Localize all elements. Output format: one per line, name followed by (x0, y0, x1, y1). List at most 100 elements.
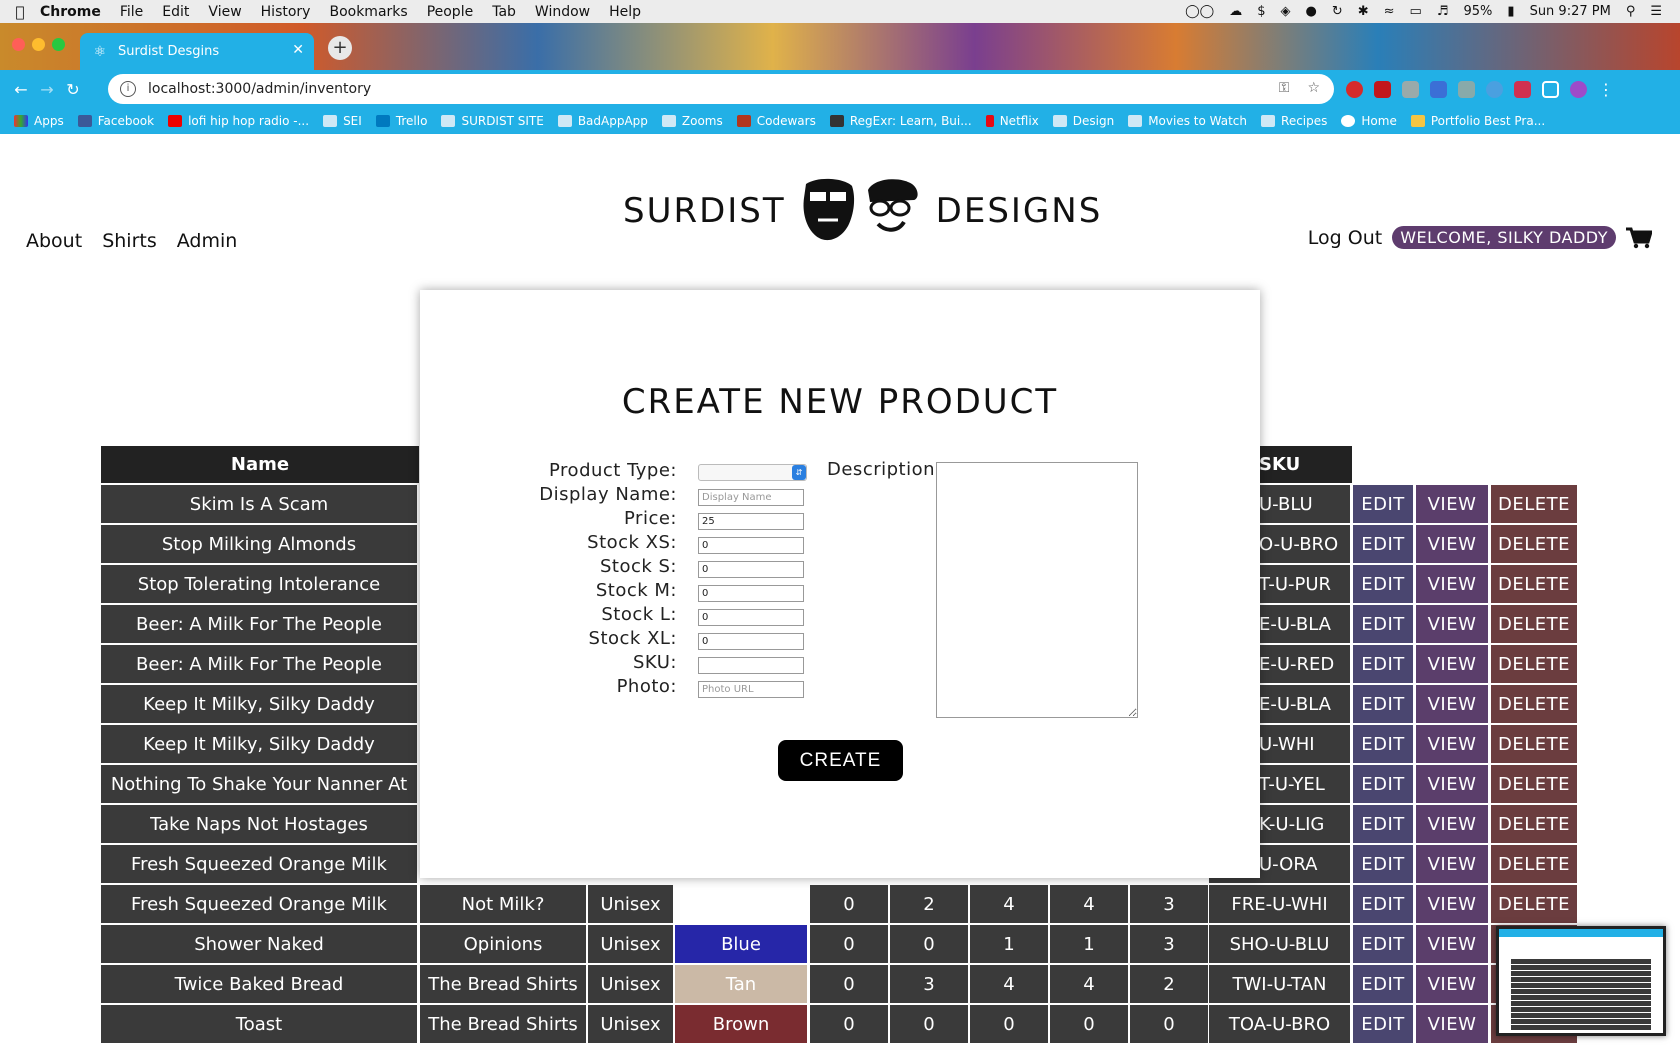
battery-icon[interactable]: ▮ (1507, 4, 1514, 19)
view-button[interactable]: VIEW (1416, 685, 1490, 723)
bookmark-regexr[interactable]: RegExr: Learn, Bui... (829, 114, 972, 128)
cart-icon[interactable] (1626, 227, 1652, 249)
adblock-icon[interactable] (1374, 80, 1391, 98)
product-type-select[interactable]: ⇵ (698, 464, 807, 481)
forward-icon[interactable]: → (34, 80, 60, 99)
create-button[interactable]: CREATE (778, 740, 903, 781)
address-bar[interactable]: i localhost:3000/admin/inventory ⚿ ☆ (108, 74, 1334, 104)
extension-icon[interactable] (1458, 80, 1475, 98)
delete-button[interactable]: DELETE (1491, 885, 1579, 923)
view-button[interactable]: VIEW (1416, 965, 1490, 1003)
close-window-button[interactable] (12, 38, 25, 51)
volume-icon[interactable]: ♬ (1437, 4, 1449, 19)
view-button[interactable]: VIEW (1416, 645, 1490, 683)
screenshot-thumbnail[interactable] (1496, 926, 1666, 1036)
delete-button[interactable]: DELETE (1491, 645, 1579, 683)
edit-button[interactable]: EDIT (1353, 845, 1415, 883)
cast-icon[interactable] (1542, 80, 1559, 98)
column-header-name[interactable]: Name (101, 446, 419, 483)
bookmark-recipes[interactable]: Recipes (1261, 114, 1327, 128)
edit-button[interactable]: EDIT (1353, 885, 1415, 923)
time-machine-icon[interactable]: ↻ (1332, 4, 1343, 19)
delete-button[interactable]: DELETE (1491, 765, 1579, 803)
nav-about[interactable]: About (26, 230, 82, 252)
menu-window[interactable]: Window (535, 4, 590, 20)
stock-s-input[interactable] (698, 561, 804, 578)
glasses-icon[interactable]: ◯◯ (1185, 4, 1214, 19)
menu-tab[interactable]: Tab (492, 4, 516, 20)
circle-icon[interactable]: ● (1305, 4, 1316, 19)
edit-button[interactable]: EDIT (1353, 685, 1415, 723)
extension-icon[interactable] (1430, 80, 1447, 98)
site-info-icon[interactable]: i (120, 81, 136, 97)
profile-avatar[interactable] (1570, 80, 1587, 98)
view-button[interactable]: VIEW (1416, 605, 1490, 643)
key-icon[interactable]: ⚿ (1279, 80, 1290, 96)
spotlight-icon[interactable]: ⚲ (1626, 4, 1636, 19)
delete-button[interactable]: DELETE (1491, 845, 1579, 883)
edit-button[interactable]: EDIT (1353, 925, 1415, 963)
stock-xl-input[interactable] (698, 633, 804, 650)
reload-icon[interactable]: ↻ (60, 80, 86, 99)
menu-edit[interactable]: Edit (162, 4, 189, 20)
back-icon[interactable]: ← (8, 80, 34, 99)
edit-button[interactable]: EDIT (1353, 725, 1415, 763)
notification-center-icon[interactable]: ☰ (1650, 4, 1662, 19)
view-button[interactable]: VIEW (1416, 485, 1490, 523)
edit-button[interactable]: EDIT (1353, 485, 1415, 523)
tab-close-icon[interactable]: ✕ (292, 42, 304, 58)
browser-tab[interactable]: ⚛ Surdist Desgins ✕ (80, 33, 314, 70)
edit-button[interactable]: EDIT (1353, 565, 1415, 603)
bookmark-design[interactable]: Design (1052, 114, 1114, 128)
menu-app-name[interactable]: Chrome (40, 4, 101, 20)
dollar-icon[interactable]: $ (1257, 4, 1265, 19)
nav-shirts[interactable]: Shirts (102, 230, 157, 252)
menu-view[interactable]: View (208, 4, 241, 20)
clock[interactable]: Sun 9:27 PM (1530, 4, 1611, 19)
minimize-window-button[interactable] (32, 38, 45, 51)
view-button[interactable]: VIEW (1416, 805, 1490, 843)
bookmark-trello[interactable]: Trello (375, 114, 427, 128)
bookmark-star-icon[interactable]: ☆ (1307, 80, 1320, 96)
nav-admin[interactable]: Admin (177, 230, 238, 252)
extension-icon[interactable] (1402, 80, 1419, 98)
view-button[interactable]: VIEW (1416, 1005, 1490, 1043)
brand[interactable]: SURDIST DESIGNS (623, 176, 1102, 246)
bookmark-badappapp[interactable]: BadAppApp (557, 114, 648, 128)
bookmark-netflix[interactable]: Netflix (985, 114, 1039, 128)
bookmark-facebook[interactable]: Facebook (77, 114, 154, 128)
sku-input[interactable] (698, 657, 804, 674)
display-name-input[interactable] (698, 489, 804, 506)
display-icon[interactable]: ▭ (1410, 4, 1422, 19)
bookmark-portfolio[interactable]: Portfolio Best Pra... (1410, 114, 1545, 128)
view-button[interactable]: VIEW (1416, 725, 1490, 763)
price-input[interactable] (698, 513, 804, 530)
cloud-icon[interactable]: ☁ (1229, 4, 1242, 19)
wifi-icon[interactable]: ≈ (1384, 4, 1395, 19)
menu-bookmarks[interactable]: Bookmarks (329, 4, 407, 20)
bookmark-codewars[interactable]: Codewars (736, 114, 816, 128)
view-button[interactable]: VIEW (1416, 565, 1490, 603)
menu-help[interactable]: Help (609, 4, 641, 20)
delete-button[interactable]: DELETE (1491, 605, 1579, 643)
stock-xs-input[interactable] (698, 537, 804, 554)
bookmark-apps[interactable]: Apps (14, 114, 64, 128)
bookmark-sei[interactable]: SEI (323, 114, 362, 128)
edit-button[interactable]: EDIT (1353, 805, 1415, 843)
delete-button[interactable]: DELETE (1491, 685, 1579, 723)
delete-button[interactable]: DELETE (1491, 805, 1579, 843)
view-button[interactable]: VIEW (1416, 525, 1490, 563)
view-button[interactable]: VIEW (1416, 765, 1490, 803)
stock-m-input[interactable] (698, 585, 804, 602)
description-textarea[interactable] (936, 462, 1138, 718)
apple-icon[interactable]:  (0, 3, 40, 21)
delete-button[interactable]: DELETE (1491, 485, 1579, 523)
bookmark-home[interactable]: Home (1341, 114, 1397, 128)
menu-people[interactable]: People (427, 4, 474, 20)
new-tab-button[interactable]: + (328, 36, 352, 60)
bookmark-zooms[interactable]: Zooms (661, 114, 723, 128)
bluetooth-icon[interactable]: ✱ (1358, 4, 1369, 19)
extension-icon[interactable] (1486, 80, 1503, 98)
extension-icon[interactable] (1514, 80, 1531, 98)
view-button[interactable]: VIEW (1416, 925, 1490, 963)
